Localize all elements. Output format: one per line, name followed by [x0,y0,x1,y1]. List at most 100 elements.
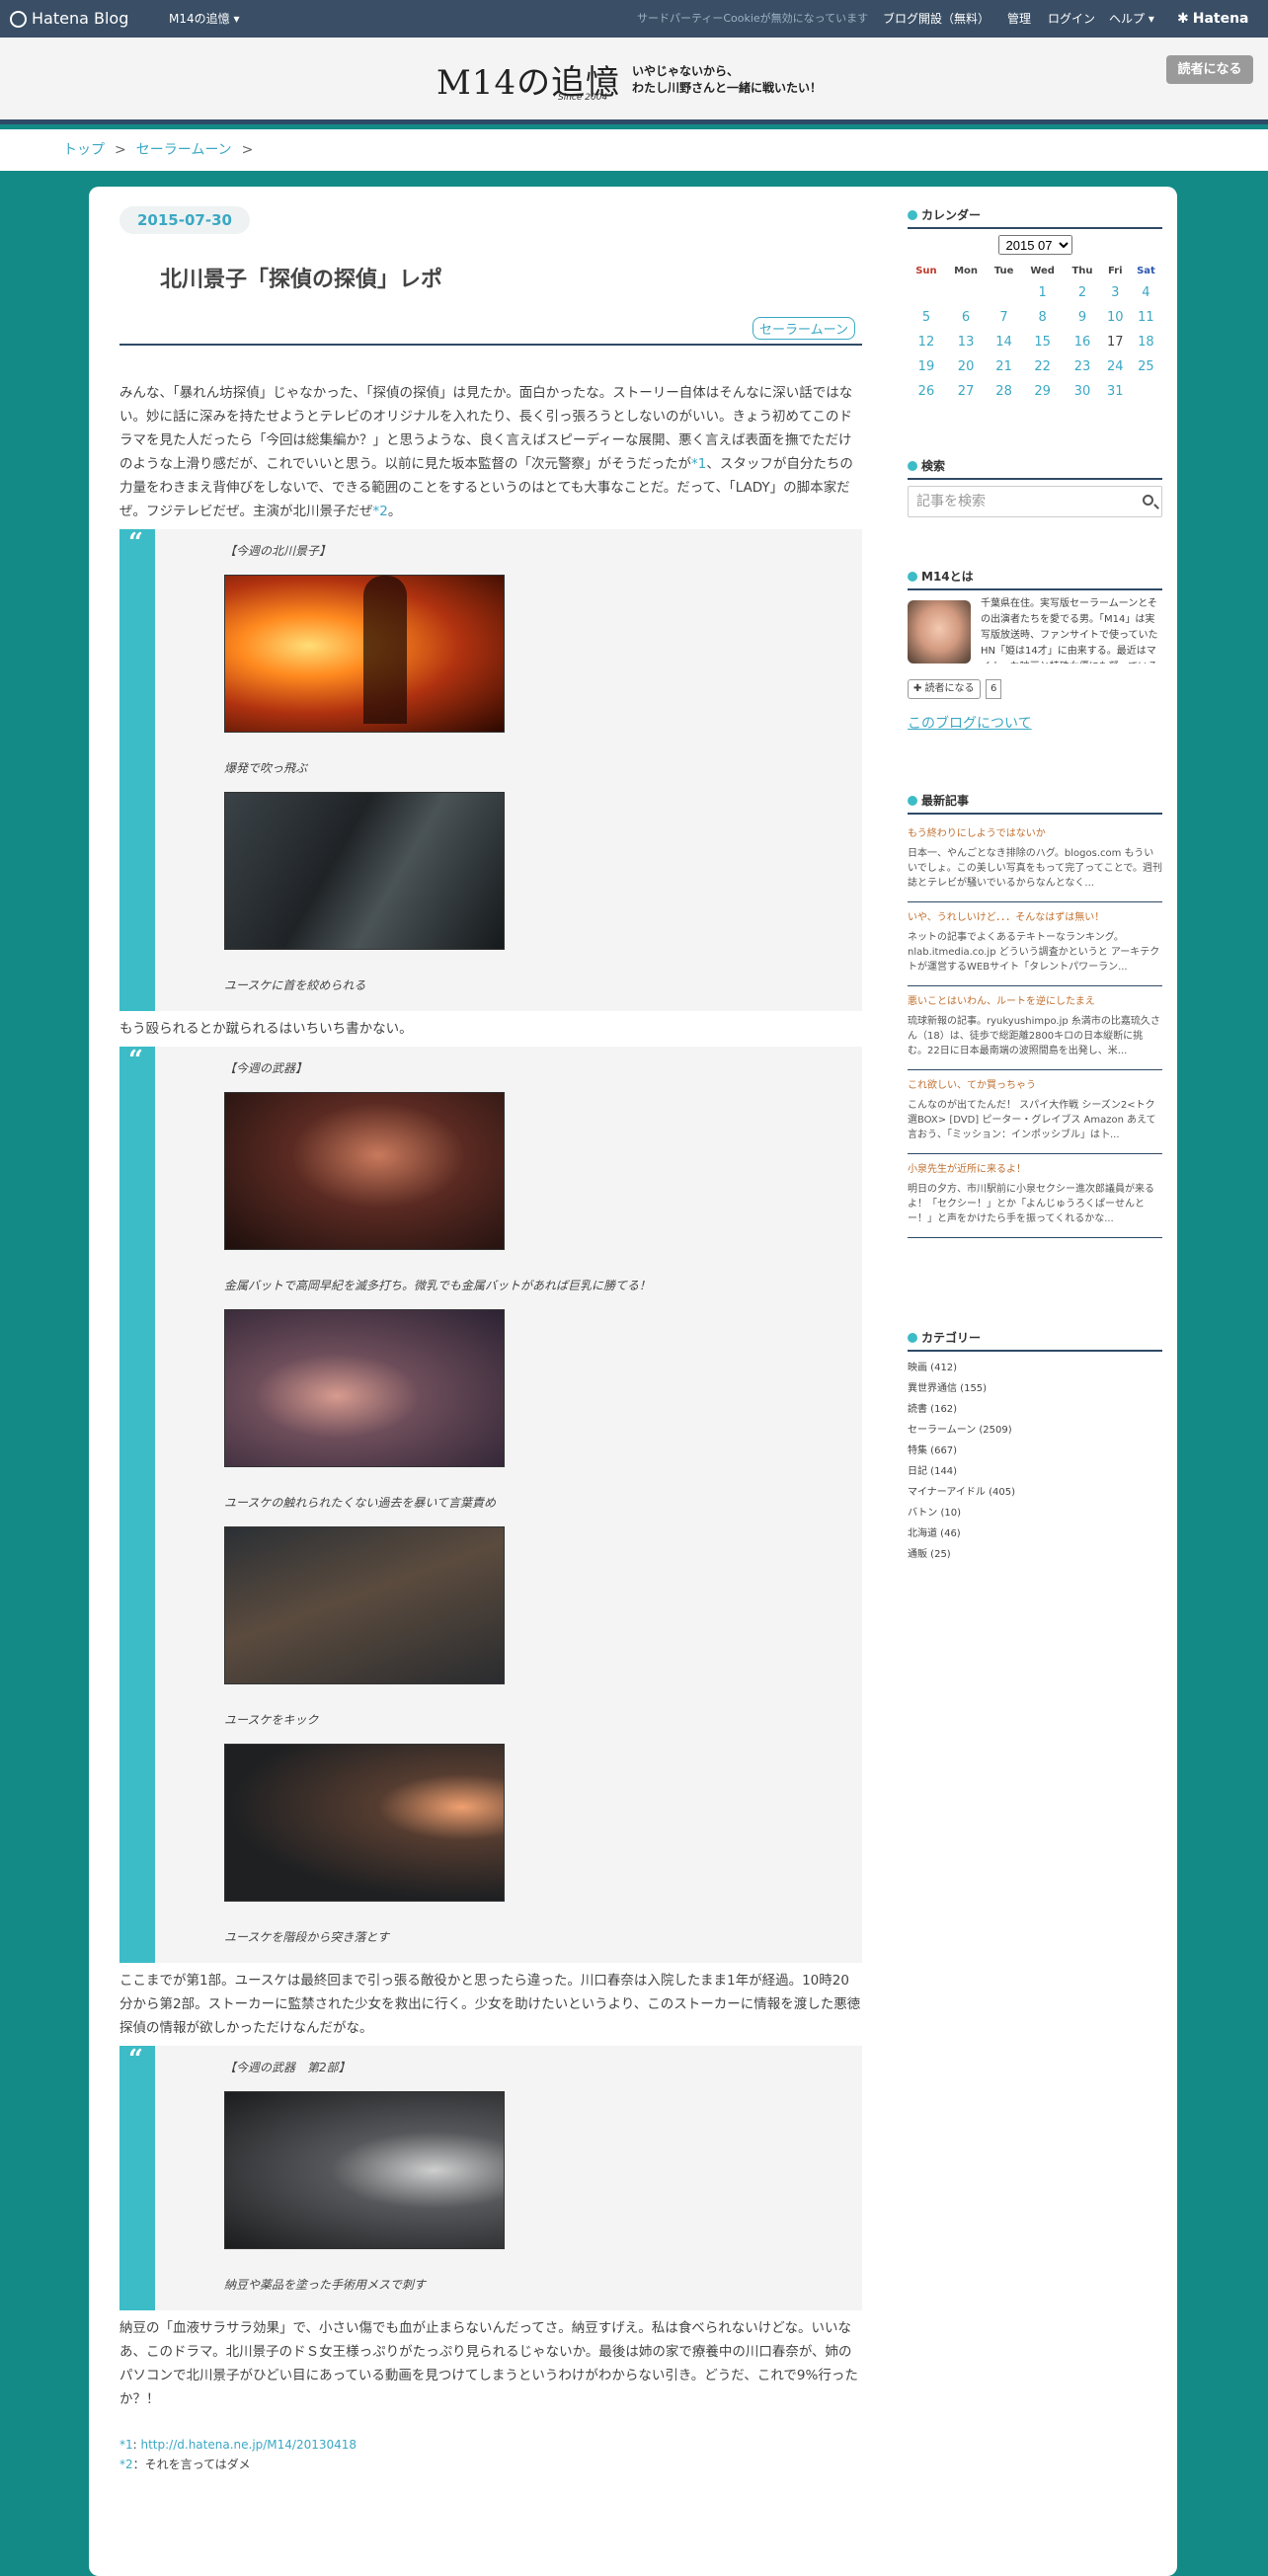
screenshot-image[interactable] [224,1526,505,1684]
help-menu[interactable]: ヘルプ ▾ [1109,0,1154,38]
screenshot-image[interactable] [224,1309,505,1467]
calendar-day-link[interactable]: 18 [1138,335,1154,350]
footnote-ref-1[interactable]: *1 [691,456,706,472]
calendar-day-link[interactable]: 21 [995,359,1012,374]
calendar-day[interactable]: 23 [1064,354,1100,379]
recent-entry-title[interactable]: 小泉先生が近所に来るよ！ [908,1162,1162,1178]
calendar-day[interactable]: 24 [1101,354,1130,379]
blog-menu[interactable]: M14の追憶 ▾ [169,0,239,38]
calendar-day[interactable]: 29 [1021,379,1065,404]
calendar-day[interactable]: 14 [987,330,1021,354]
calendar-day-link[interactable]: 16 [1074,335,1091,350]
calendar-day-link[interactable]: 7 [999,310,1007,325]
category-item[interactable]: マイナーアイドル (405) [908,1482,1162,1503]
category-item[interactable]: 日記 (144) [908,1461,1162,1482]
calendar-day[interactable]: 9 [1064,305,1100,330]
calendar-day-link[interactable]: 19 [918,359,935,374]
calendar-day[interactable]: 11 [1130,305,1162,330]
calendar-day-link[interactable]: 22 [1034,359,1051,374]
calendar-day[interactable]: 4 [1130,280,1162,305]
breadcrumb-category[interactable]: セーラームーン [136,142,232,158]
calendar-day-link[interactable]: 20 [958,359,975,374]
calendar-day-link[interactable]: 26 [918,384,935,399]
calendar-day-link[interactable]: 2 [1078,285,1086,300]
hatena-link[interactable]: ✱ Hatena [1177,0,1249,38]
calendar-day-link[interactable]: 24 [1107,359,1124,374]
calendar-day[interactable]: 3 [1101,280,1130,305]
about-blog-link[interactable]: このブログについて [908,713,1032,733]
article-category-tag[interactable]: セーラームーン [753,317,855,340]
calendar-day[interactable]: 31 [1101,379,1130,404]
recent-entry-title[interactable]: いや、うれしいけど．．．そんなはずは無い！ [908,910,1162,926]
screenshot-image[interactable] [224,792,505,950]
calendar-day[interactable]: 5 [908,305,945,330]
admin-link[interactable]: 管理 [1007,0,1031,38]
breadcrumb-top[interactable]: トップ [63,142,105,158]
footnote-back-link-1[interactable]: *1 [119,2438,133,2452]
category-item[interactable]: 読書 (162) [908,1399,1162,1420]
calendar-day[interactable]: 21 [987,354,1021,379]
calendar-day[interactable]: 26 [908,379,945,404]
calendar-day-link[interactable]: 8 [1039,310,1047,325]
sidebar-subscribe-button[interactable]: ✚ 読者になる [908,679,981,699]
screenshot-image[interactable] [224,575,505,733]
category-item[interactable]: バトン (10) [908,1503,1162,1523]
hatena-blog-logo[interactable]: Hatena Blog [10,0,128,38]
calendar-day[interactable]: 25 [1130,354,1162,379]
subscribe-button[interactable]: 読者になる [1166,55,1253,84]
avatar[interactable] [908,600,971,664]
calendar-day[interactable]: 30 [1064,379,1100,404]
category-item[interactable]: 異世界通信 (155) [908,1378,1162,1399]
calendar-day-link[interactable]: 30 [1074,384,1091,399]
calendar-day-link[interactable]: 31 [1107,384,1124,399]
screenshot-image[interactable] [224,2091,505,2249]
calendar-day-link[interactable]: 11 [1138,310,1154,325]
calendar-day[interactable]: 16 [1064,330,1100,354]
calendar-day[interactable]: 18 [1130,330,1162,354]
calendar-day[interactable]: 20 [945,354,987,379]
calendar-day-link[interactable]: 6 [962,310,970,325]
calendar-day-link[interactable]: 10 [1107,310,1124,325]
calendar-day-link[interactable]: 27 [958,384,975,399]
calendar-day[interactable]: 10 [1101,305,1130,330]
start-blog-link[interactable]: ブログ開設（無料） [883,0,990,38]
recent-entry-title[interactable]: もう終わりにしようではないか [908,826,1162,842]
calendar-day-link[interactable]: 28 [995,384,1012,399]
calendar-day[interactable]: 1 [1021,280,1065,305]
calendar-day[interactable]: 19 [908,354,945,379]
calendar-day-link[interactable]: 29 [1034,384,1051,399]
calendar-day-link[interactable]: 25 [1138,359,1154,374]
calendar-day[interactable]: 28 [987,379,1021,404]
calendar-day[interactable]: 7 [987,305,1021,330]
calendar-day[interactable]: 8 [1021,305,1065,330]
calendar-day[interactable]: 22 [1021,354,1065,379]
category-item[interactable]: 北海道 (46) [908,1523,1162,1544]
article-title[interactable]: 北川景子「探偵の探偵」レポ [160,262,442,293]
footnote-url-link[interactable]: http://d.hatena.ne.jp/M14/20130418 [141,2438,357,2452]
calendar-day-link[interactable]: 12 [918,335,935,350]
calendar-day-link[interactable]: 5 [922,310,930,325]
category-item[interactable]: 通販 (25) [908,1544,1162,1565]
footnote-ref-2[interactable]: *2 [373,504,388,519]
category-item[interactable]: セーラームーン (2509) [908,1420,1162,1441]
footnote-back-link-2[interactable]: *2 [119,2458,133,2471]
recent-entry-title[interactable]: これ欲しい、てか買っちゃう [908,1078,1162,1094]
article-date[interactable]: 2015-07-30 [119,206,250,234]
calendar-day[interactable]: 15 [1021,330,1065,354]
calendar-day-link[interactable]: 15 [1034,335,1051,350]
calendar-day-link[interactable]: 14 [995,335,1012,350]
calendar-day[interactable]: 27 [945,379,987,404]
screenshot-image[interactable] [224,1744,505,1902]
calendar-day[interactable]: 6 [945,305,987,330]
calendar-day[interactable]: 13 [945,330,987,354]
calendar-day[interactable]: 12 [908,330,945,354]
month-select[interactable]: 2015 07 [997,235,1072,255]
calendar-day-link[interactable]: 3 [1111,285,1119,300]
calendar-day-link[interactable]: 13 [958,335,975,350]
screenshot-image[interactable] [224,1092,505,1250]
calendar-day-link[interactable]: 4 [1142,285,1149,300]
calendar-day-link[interactable]: 9 [1078,310,1086,325]
search-icon[interactable] [1143,495,1153,506]
category-item[interactable]: 特集 (667) [908,1441,1162,1461]
calendar-day-link[interactable]: 23 [1074,359,1091,374]
